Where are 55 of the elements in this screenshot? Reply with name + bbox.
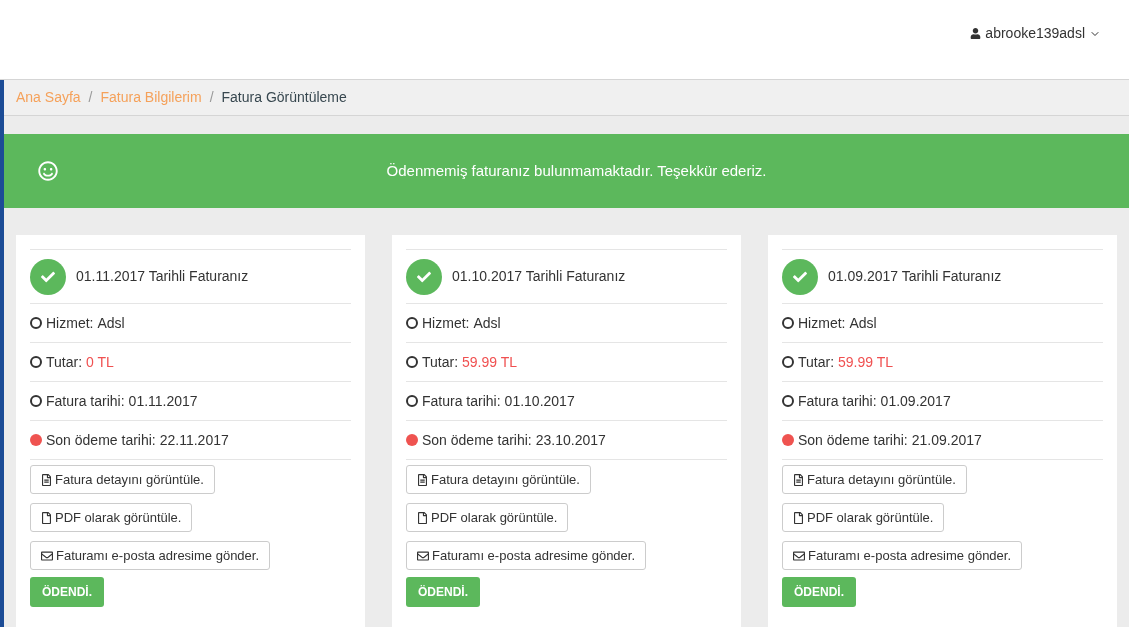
detail-value: 21.09.2017 xyxy=(911,430,982,450)
action-button[interactable]: PDF olarak görüntüle. xyxy=(782,503,945,532)
invoice-title: 01.11.2017 Tarihli Faturanız xyxy=(76,267,249,286)
action-button[interactable]: PDF olarak görüntüle. xyxy=(30,503,193,532)
detail-label: Hizmet: xyxy=(798,313,846,333)
detail-label: Fatura tarihi: xyxy=(798,391,877,411)
detail-value: 59.99 TL xyxy=(462,352,518,372)
action-button[interactable]: Fatura detayını görüntüle. xyxy=(406,465,591,494)
detail-label: Son ödeme tarihi: xyxy=(798,430,908,450)
file-icon xyxy=(793,511,804,524)
detail-label: Son ödeme tarihi: xyxy=(422,430,532,450)
detail-value: Adsl xyxy=(97,313,125,333)
action-button[interactable]: PDF olarak görüntüle. xyxy=(406,503,569,532)
detail-value: Adsl xyxy=(849,313,877,333)
detail-value: 23.10.2017 xyxy=(535,430,606,450)
detail-label: Fatura tarihi: xyxy=(422,391,501,411)
check-icon xyxy=(30,258,66,295)
detail-label: Tutar: xyxy=(46,352,83,372)
document-icon xyxy=(41,473,52,486)
action-button[interactable]: Faturamı e-posta adresime gönder. xyxy=(30,541,271,570)
envelope-icon xyxy=(41,549,53,562)
document-icon xyxy=(417,473,428,486)
detail-value: 59.99 TL xyxy=(838,352,894,372)
envelope-icon xyxy=(793,549,805,562)
smile-icon xyxy=(38,161,58,181)
breadcrumb-current: Fatura Görüntüleme xyxy=(221,88,347,107)
breadcrumb-separator: / xyxy=(88,88,93,107)
detail-label: Tutar: xyxy=(422,352,459,372)
detail-value: 0 TL xyxy=(86,352,114,372)
invoice-title: 01.09.2017 Tarihli Faturanız xyxy=(828,267,1002,286)
document-icon xyxy=(793,473,804,486)
detail-label: Tutar: xyxy=(798,352,835,372)
action-button[interactable]: Fatura detayını görüntüle. xyxy=(782,465,967,494)
detail-value: 22.11.2017 xyxy=(159,430,229,450)
detail-label: Son ödeme tarihi: xyxy=(46,430,156,450)
breadcrumb-separator: / xyxy=(209,88,214,107)
detail-value: 01.11.2017 xyxy=(128,391,198,411)
envelope-icon xyxy=(417,549,429,562)
banner-message: Ödenmemiş faturanız bulunmamaktadır. Teşekkür ederiz. xyxy=(385,160,768,181)
action-button[interactable]: Faturamı e-posta adresime gönder. xyxy=(406,541,647,570)
file-icon xyxy=(417,511,428,524)
detail-value: 01.10.2017 xyxy=(504,391,575,411)
detail-value: 01.09.2017 xyxy=(880,391,951,411)
file-icon xyxy=(41,511,52,524)
detail-label: Fatura tarihi: xyxy=(46,391,125,411)
action-button[interactable]: Faturamı e-posta adresime gönder. xyxy=(782,541,1023,570)
action-button[interactable]: Fatura detayını görüntüle. xyxy=(30,465,215,494)
detail-value: Adsl xyxy=(473,313,501,333)
check-icon xyxy=(406,258,442,295)
invoice-title: 01.10.2017 Tarihli Faturanız xyxy=(452,267,626,286)
detail-label: Hizmet: xyxy=(422,313,470,333)
detail-label: Hizmet: xyxy=(46,313,94,333)
user-menu[interactable]: abrooke139adsl xyxy=(970,23,1101,44)
check-icon xyxy=(782,258,818,295)
user-icon xyxy=(970,28,982,39)
